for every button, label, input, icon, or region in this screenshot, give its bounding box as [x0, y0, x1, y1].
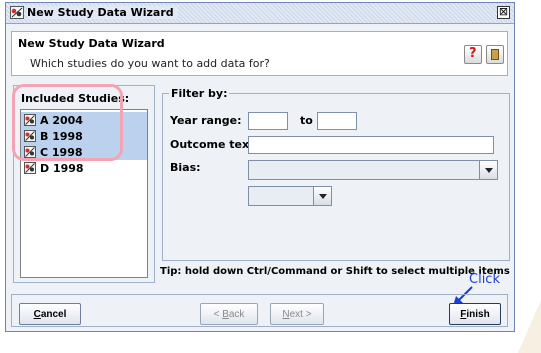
- wizard-header: New Study Data Wizard Which studies do y…: [11, 31, 508, 76]
- bias-label: Bias:: [170, 161, 201, 174]
- window-title: New Study Data Wizard: [27, 6, 178, 19]
- mnemonic: C: [33, 309, 41, 320]
- chevron-down-icon[interactable]: [313, 187, 331, 205]
- list-item[interactable]: D 1998: [21, 160, 147, 176]
- help-button[interactable]: ?: [464, 45, 482, 64]
- book-icon: [491, 49, 499, 60]
- button-label: inish: [466, 309, 490, 320]
- study-app-icon: [10, 6, 24, 19]
- button-label: ancel: [40, 309, 67, 320]
- selection-highlight: [12, 84, 123, 161]
- button-prefix: <: [213, 309, 223, 320]
- bias-select[interactable]: [248, 160, 498, 180]
- to-label: to: [300, 114, 313, 127]
- year-range-label: Year range:: [170, 114, 242, 127]
- year-to-input[interactable]: [317, 112, 357, 130]
- tip-text: Tip: hold down Ctrl/Command or Shift to …: [160, 266, 510, 277]
- button-label: ext >: [289, 309, 312, 320]
- finish-button[interactable]: Finish: [449, 303, 501, 325]
- button-label: ack: [228, 309, 245, 320]
- cancel-button[interactable]: Cancel: [19, 303, 81, 325]
- header-subtitle: Which studies do you want to add data fo…: [30, 57, 270, 70]
- mnemonic: N: [282, 309, 290, 320]
- title-bar[interactable]: New Study Data Wizard ⊠: [6, 3, 514, 24]
- decorative-corner: [518, 300, 541, 353]
- mnemonic: B: [222, 309, 229, 320]
- filter-group: Filter by: Year range: to Outcome text: …: [162, 87, 510, 261]
- next-button[interactable]: Next >: [270, 303, 324, 325]
- back-button[interactable]: < Back: [200, 303, 258, 325]
- header-title: New Study Data Wizard: [18, 37, 165, 50]
- filter-panel: Filter by: Year range: to Outcome text: …: [162, 87, 510, 285]
- study-icon: [24, 162, 36, 174]
- close-icon[interactable]: ⊠: [497, 6, 510, 19]
- help-icon: ?: [469, 46, 477, 61]
- filter-legend: Filter by:: [169, 87, 230, 100]
- chevron-down-icon[interactable]: [479, 161, 497, 179]
- year-from-input[interactable]: [248, 112, 288, 130]
- study-name: D 1998: [40, 162, 84, 175]
- outcome-text-input[interactable]: [248, 136, 494, 154]
- manual-button[interactable]: [486, 45, 504, 64]
- button-bar: [11, 294, 508, 327]
- bias-level-select[interactable]: [248, 186, 332, 206]
- outcome-text-label: Outcome text:: [170, 138, 259, 151]
